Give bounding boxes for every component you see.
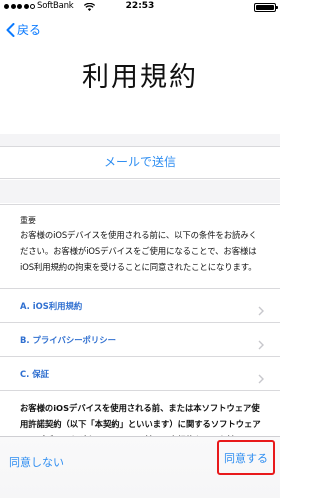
send-mail-button[interactable]: メールで送信 (0, 147, 280, 178)
disagree-button[interactable]: 同意しない (9, 454, 64, 470)
chevron-right-icon (258, 369, 264, 388)
terms-screen: SoftBank 22:53 戻る 利用規約 メールで送信 重要 お客様のiOS… (0, 0, 280, 498)
back-button[interactable]: 戻る (6, 21, 41, 38)
terms-link-list: A. iOS利用規約 B. プライバシーポリシー C. 保証 (0, 288, 280, 391)
agree-highlight: 同意する (217, 440, 275, 475)
link-privacy-policy[interactable]: B. プライバシーポリシー (0, 323, 280, 357)
chevron-right-icon (258, 335, 264, 354)
link-label: C. 保証 (20, 368, 49, 379)
bottom-toolbar: 同意しない 同意する (0, 436, 280, 498)
battery-icon (254, 3, 278, 12)
notice-heading: 重要 (20, 216, 36, 225)
page-title: 利用規約 (82, 62, 198, 93)
link-ios-terms[interactable]: A. iOS利用規約 (0, 289, 280, 323)
back-label: 戻る (17, 23, 42, 37)
link-warranty[interactable]: C. 保証 (0, 357, 280, 391)
separator-band (0, 134, 280, 146)
terms-content[interactable]: 重要 お客様のiOSデバイスを使用される前に、以下の条件をお読みください。お客様… (0, 204, 280, 436)
status-time: 22:53 (125, 1, 155, 11)
license-text: お客様のiOSデバイスを使用される前、または本ソフトウェア使用許諾契約（以下「本… (20, 403, 261, 436)
status-bar: SoftBank 22:53 (0, 0, 280, 14)
send-mail-row: メールで送信 (0, 146, 280, 179)
chevron-left-icon (6, 22, 15, 37)
link-label: A. iOS利用規約 (20, 300, 83, 311)
separator-band (0, 180, 280, 203)
chevron-right-icon (258, 301, 264, 320)
notice-body: お客様のiOSデバイスを使用される前に、以下の条件をお読みください。お客様がiO… (20, 230, 257, 272)
agree-button[interactable]: 同意する (224, 450, 268, 466)
link-label: B. プライバシーポリシー (20, 334, 117, 345)
